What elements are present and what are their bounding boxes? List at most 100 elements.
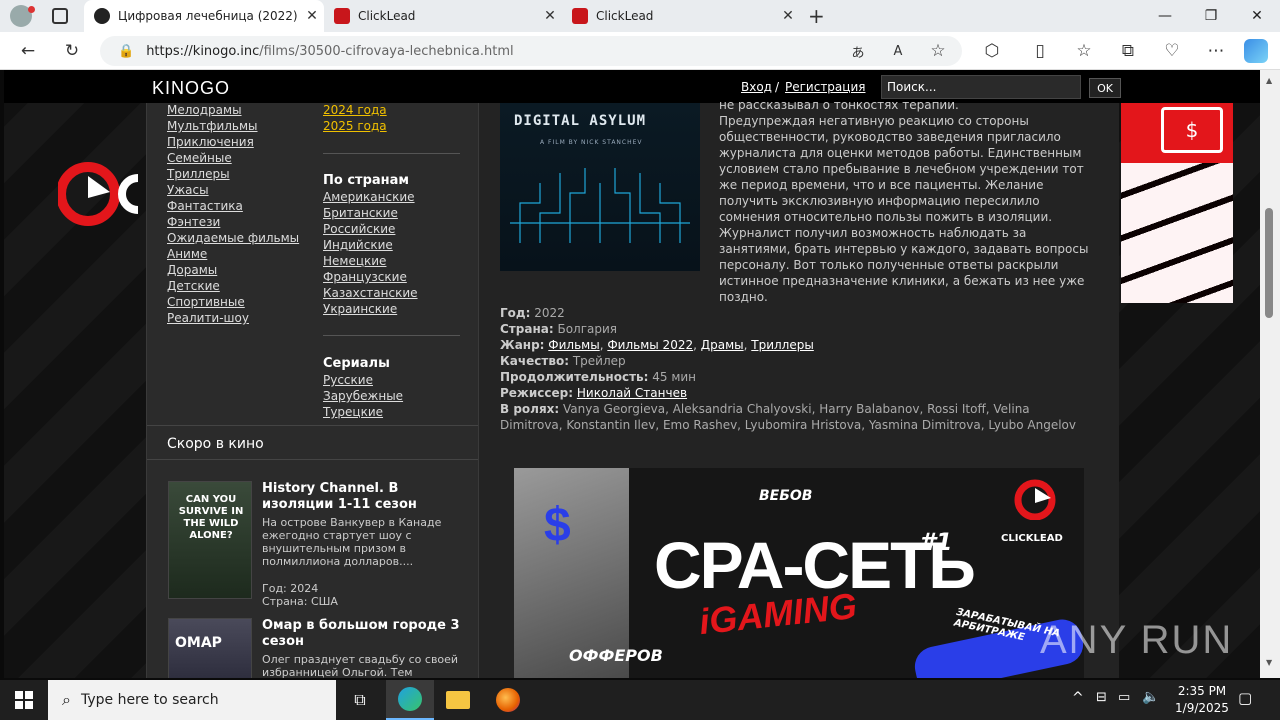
- soon-item-title[interactable]: Омар в большом городе 3 сезон: [262, 618, 467, 650]
- translate-icon[interactable]: あ: [844, 37, 872, 65]
- country-link[interactable]: Французские: [323, 270, 407, 284]
- firefox-icon[interactable]: [484, 680, 532, 720]
- close-tab-icon[interactable]: ✕: [776, 8, 800, 24]
- network-icon[interactable]: ▭: [1118, 690, 1130, 705]
- site-logo[interactable]: KINOGO: [152, 78, 230, 99]
- extensions-icon[interactable]: ⬡: [978, 37, 1006, 65]
- address-bar[interactable]: 🔒 https://kinogo.inc /films/30500-cifrov…: [100, 36, 962, 66]
- country-link[interactable]: Британские: [323, 206, 398, 220]
- country-link[interactable]: Немецкие: [323, 254, 386, 268]
- tab-clicklead-1[interactable]: ClickLead ✕: [324, 0, 562, 32]
- country-link[interactable]: Украинские: [323, 302, 397, 316]
- genre-link[interactable]: Реалити-шоу: [167, 311, 249, 325]
- genre-link[interactable]: Мультфильмы: [167, 119, 258, 133]
- scrollbar-down-arrow[interactable]: ▼: [1266, 658, 1272, 667]
- series-link[interactable]: Турецкие: [323, 405, 383, 419]
- year-link[interactable]: 2025 года: [323, 119, 387, 133]
- genre-link[interactable]: Детские: [167, 279, 220, 293]
- search-ok-button[interactable]: OK: [1089, 78, 1121, 98]
- performance-icon[interactable]: ♡: [1158, 37, 1186, 65]
- taskbar-search[interactable]: ⌕ Type here to search: [48, 680, 336, 720]
- genre-link[interactable]: Фильмы: [548, 338, 599, 352]
- scrollbar-up-arrow[interactable]: ▲: [1266, 76, 1272, 85]
- right-ad-banner[interactable]: $: [1121, 103, 1233, 303]
- tab-actions-icon[interactable]: [52, 8, 68, 24]
- new-tab-icon[interactable]: +: [808, 4, 825, 28]
- left-sidebar: Мелодрамы Мультфильмы Приключения Семейные Т…: [146, 103, 479, 678]
- country-link[interactable]: Индийские: [323, 238, 393, 252]
- country-link[interactable]: Казахстанские: [323, 286, 418, 300]
- soon-item-poster[interactable]: CAN YOU SURVIVE IN THE WILD ALONE?: [168, 481, 252, 599]
- country-link[interactable]: Российские: [323, 222, 395, 236]
- register-link[interactable]: Регистрация: [785, 80, 865, 94]
- genre-link[interactable]: Ужасы: [167, 183, 209, 197]
- collections-icon[interactable]: ⧉: [1114, 37, 1142, 65]
- genre-link[interactable]: Фантастика: [167, 199, 243, 213]
- anyrun-watermark: ANY RUN: [1040, 618, 1234, 662]
- restore-icon[interactable]: ❐: [1188, 0, 1234, 32]
- genre-link[interactable]: Спортивные: [167, 295, 245, 309]
- search-input[interactable]: Поиск...: [881, 75, 1081, 99]
- genre-link[interactable]: Аниме: [167, 247, 207, 261]
- laptop-icon: $: [1161, 107, 1223, 153]
- soon-item-title[interactable]: History Channel. В изоляции 1-11 сезон: [262, 481, 467, 513]
- genre-link[interactable]: Триллеры: [167, 167, 230, 181]
- ad-banner[interactable]: $ ВЕБОВ CPA-СЕТЬ #1 iGAMING CLICKLEAD ОФ…: [514, 468, 1084, 678]
- browser-tab-bar: Цифровая лечебница (2022) см ✕ ClickLead…: [0, 0, 1280, 32]
- file-explorer-icon[interactable]: [434, 680, 482, 720]
- genre-link[interactable]: Мелодрамы: [167, 103, 242, 117]
- close-window-icon[interactable]: ✕: [1234, 0, 1280, 32]
- tray-app-icon[interactable]: ⊟: [1096, 690, 1107, 705]
- task-view-icon[interactable]: ⧉: [336, 680, 384, 720]
- edge-taskbar-icon[interactable]: [386, 680, 434, 720]
- copilot-icon[interactable]: [1244, 39, 1268, 63]
- country-link[interactable]: Американские: [323, 190, 415, 204]
- circuit-graphic: [510, 168, 690, 243]
- read-aloud-icon[interactable]: A: [884, 37, 912, 65]
- favorites-icon[interactable]: ☆: [1070, 37, 1098, 65]
- soon-item-country: Страна: США: [262, 595, 338, 608]
- director-link[interactable]: Николай Станчев: [577, 386, 687, 400]
- login-link[interactable]: Вход: [741, 80, 772, 94]
- clock-time[interactable]: 2:35 PM: [1170, 684, 1234, 698]
- meta-genre: Жанр: Фильмы, Фильмы 2022, Драмы, Трилле…: [500, 338, 814, 352]
- movie-poster: DIGITAL ASYLUM A FILM BY NICK STANCHEV: [500, 103, 700, 271]
- tab-clicklead-2[interactable]: ClickLead ✕: [562, 0, 800, 32]
- genre-link[interactable]: Приключения: [167, 135, 254, 149]
- profile-notification-dot: [28, 6, 35, 13]
- close-tab-icon[interactable]: ✕: [538, 8, 562, 24]
- refresh-icon[interactable]: ↻: [58, 37, 86, 65]
- year-link[interactable]: 2024 года: [323, 103, 387, 117]
- minimize-icon[interactable]: —: [1142, 0, 1188, 32]
- genre-link[interactable]: Триллеры: [751, 338, 814, 352]
- more-menu-icon[interactable]: ⋯: [1202, 37, 1230, 65]
- series-link[interactable]: Русские: [323, 373, 373, 387]
- tray-chevron-icon[interactable]: ^: [1072, 690, 1084, 706]
- close-tab-icon[interactable]: ✕: [300, 8, 324, 24]
- auth-separator: /: [775, 80, 780, 94]
- back-icon[interactable]: ←: [14, 37, 42, 65]
- movie-description: Предупреждая негативную реакцию со сторо…: [719, 114, 1089, 304]
- clock-date[interactable]: 1/9/2025: [1170, 701, 1234, 715]
- volume-icon[interactable]: 🔈: [1142, 689, 1159, 705]
- soon-item-poster[interactable]: ОМАР: [168, 618, 252, 678]
- split-screen-icon[interactable]: ▯: [1026, 37, 1054, 65]
- scrollbar-thumb[interactable]: [1265, 208, 1273, 318]
- series-link[interactable]: Зарубежные: [323, 389, 403, 403]
- genre-link[interactable]: Фэнтези: [167, 215, 220, 229]
- tab-kinogo[interactable]: Цифровая лечебница (2022) см ✕: [84, 0, 324, 32]
- taskbar-search-placeholder: Type here to search: [80, 692, 219, 708]
- genre-link[interactable]: Дорамы: [167, 263, 217, 277]
- favorite-star-icon[interactable]: ☆: [924, 37, 952, 65]
- ad-dollar-icon: $: [544, 499, 571, 552]
- genre-link[interactable]: Фильмы 2022: [607, 338, 693, 352]
- start-button[interactable]: [0, 680, 48, 720]
- firefox-logo: [496, 688, 520, 712]
- browser-scrollbar[interactable]: ▲ ▼: [1260, 70, 1280, 678]
- divider: [323, 335, 460, 336]
- genre-link[interactable]: Семейные: [167, 151, 232, 165]
- genre-link[interactable]: Драмы: [701, 338, 744, 352]
- clicklead-favicon: [334, 8, 350, 24]
- notification-icon[interactable]: ▢: [1238, 689, 1252, 707]
- genre-link[interactable]: Ожидаемые фильмы: [167, 231, 299, 245]
